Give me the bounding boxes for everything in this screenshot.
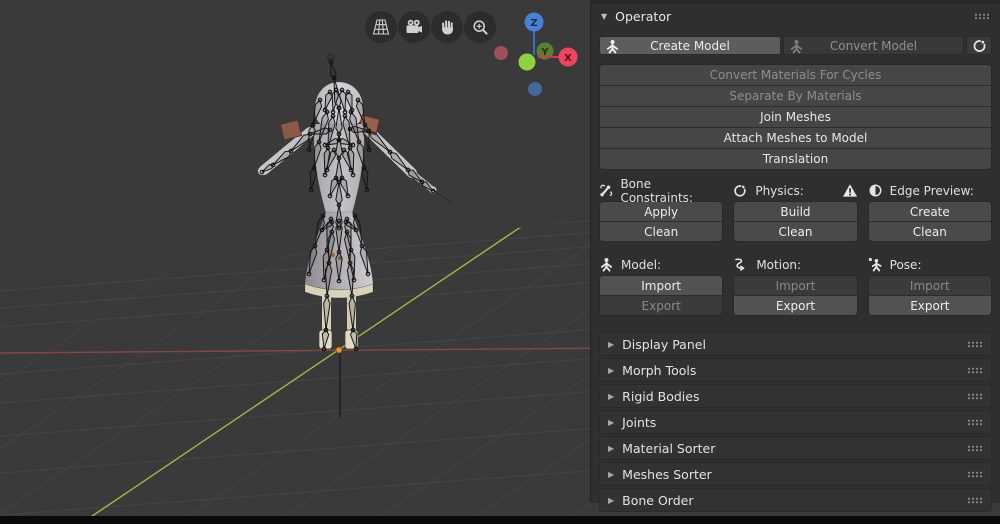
pose-export-button[interactable]: Export	[869, 295, 991, 315]
model-armature-icon	[599, 257, 614, 272]
convert-materials-button[interactable]: Convert Materials For Cycles	[600, 65, 991, 85]
motion-import-button[interactable]: Import	[734, 276, 856, 295]
hand-icon	[439, 19, 455, 36]
bone-constraints-apply-button[interactable]: Apply	[600, 202, 722, 221]
expand-caret-icon: ▶	[608, 392, 614, 401]
panel-grip-icon[interactable]	[967, 419, 983, 426]
physics-label: Physics:	[755, 184, 803, 198]
cycles-toggle-button[interactable]	[966, 36, 992, 55]
armature-icon-disabled	[789, 39, 804, 57]
motion-export-button[interactable]: Export	[734, 295, 856, 315]
edge-preview-clean-button[interactable]: Clean	[869, 221, 991, 241]
join-meshes-button[interactable]: Join Meshes	[600, 106, 991, 127]
cycles-circle-icon	[972, 38, 987, 53]
panel-display-panel[interactable]: ▶ Display Panel	[599, 332, 992, 356]
panel-grip-icon[interactable]	[967, 497, 983, 504]
gizmo-x-label: X	[564, 53, 572, 64]
pose-label: Pose:	[890, 258, 922, 272]
panel-title: Operator	[615, 9, 671, 24]
axis-gizmo[interactable]: Y Z X	[483, 5, 593, 100]
panel-grip-icon[interactable]	[967, 393, 983, 400]
collapse-caret-icon: ▼	[601, 12, 607, 21]
bone-constraints-label: Bone Constraints:	[620, 177, 723, 205]
separate-by-materials-button[interactable]: Separate By Materials	[600, 85, 991, 106]
gizmo-x-neg-ball[interactable]	[494, 46, 508, 60]
create-model-button[interactable]: Create Model	[599, 36, 781, 55]
convert-model-button[interactable]: Convert Model	[783, 36, 964, 55]
camera-icon	[405, 19, 423, 35]
panel-grip-icon[interactable]	[967, 341, 983, 348]
panel-grip-icon[interactable]	[974, 13, 990, 20]
bone-constraint-icon	[599, 183, 613, 198]
convert-model-label: Convert Model	[830, 39, 917, 53]
collapsed-panel-list: ▶ Display Panel ▶ Morph Tools ▶ Rigid Bo…	[591, 325, 1000, 512]
armature-icon	[605, 39, 620, 57]
model-export-button[interactable]: Export	[600, 295, 722, 315]
expand-caret-icon: ▶	[608, 418, 614, 427]
panel-grip-icon[interactable]	[967, 367, 983, 374]
camera-view-button[interactable]	[398, 11, 430, 43]
panel-rigid-bodies[interactable]: ▶ Rigid Bodies	[599, 384, 992, 408]
edge-preview-create-button[interactable]: Create	[869, 202, 991, 221]
expand-caret-icon: ▶	[608, 470, 614, 479]
panel-grip-icon[interactable]	[967, 445, 983, 452]
panel-grip-icon[interactable]	[967, 471, 983, 478]
edge-preview-icon	[868, 183, 883, 198]
origin-dot	[336, 347, 342, 353]
physics-icon	[733, 183, 748, 198]
blender-window: Y Z X ▼ Operator	[0, 0, 1000, 524]
edge-preview-label: Edge Preview:	[890, 184, 974, 198]
expand-caret-icon: ▶	[608, 366, 614, 375]
physics-clean-button[interactable]: Clean	[734, 221, 856, 241]
bone-constraints-clean-button[interactable]: Clean	[600, 221, 722, 241]
warning-icon	[842, 183, 858, 198]
expand-caret-icon: ▶	[608, 444, 614, 453]
pose-icon	[868, 257, 883, 272]
model-label: Model:	[621, 258, 661, 272]
panel-material-sorter[interactable]: ▶ Material Sorter	[599, 436, 992, 460]
panel-morph-tools[interactable]: ▶ Morph Tools	[599, 358, 992, 382]
pan-view-button[interactable]	[431, 11, 463, 43]
create-model-label: Create Model	[650, 39, 730, 53]
model-import-button[interactable]: Import	[600, 276, 722, 295]
attach-meshes-button[interactable]: Attach Meshes to Model	[600, 127, 991, 148]
bottom-border-strip	[0, 516, 1000, 524]
expand-caret-icon: ▶	[608, 496, 614, 505]
expand-caret-icon: ▶	[608, 340, 614, 349]
physics-build-button[interactable]: Build	[734, 202, 856, 221]
panel-meshes-sorter[interactable]: ▶ Meshes Sorter	[599, 462, 992, 486]
motion-curve-icon	[733, 257, 749, 272]
operator-panel-header[interactable]: ▼ Operator	[591, 4, 1000, 29]
motion-label: Motion:	[756, 258, 801, 272]
mesh-ops-group: Convert Materials For Cycles Separate By…	[599, 64, 992, 170]
gizmo-z-neg-ball[interactable]	[528, 82, 542, 96]
grid-view-button[interactable]	[365, 11, 397, 43]
pose-import-button[interactable]: Import	[869, 276, 991, 295]
panel-joints[interactable]: ▶ Joints	[599, 410, 992, 434]
tool-shelf-region: ▼ Operator	[590, 0, 1000, 503]
gizmo-y-front-ball[interactable]	[519, 54, 536, 71]
panel-bone-order[interactable]: ▶ Bone Order	[599, 488, 992, 512]
grid-icon	[372, 19, 390, 35]
translation-button[interactable]: Translation	[600, 148, 991, 169]
gizmo-z-label: Z	[530, 18, 537, 29]
